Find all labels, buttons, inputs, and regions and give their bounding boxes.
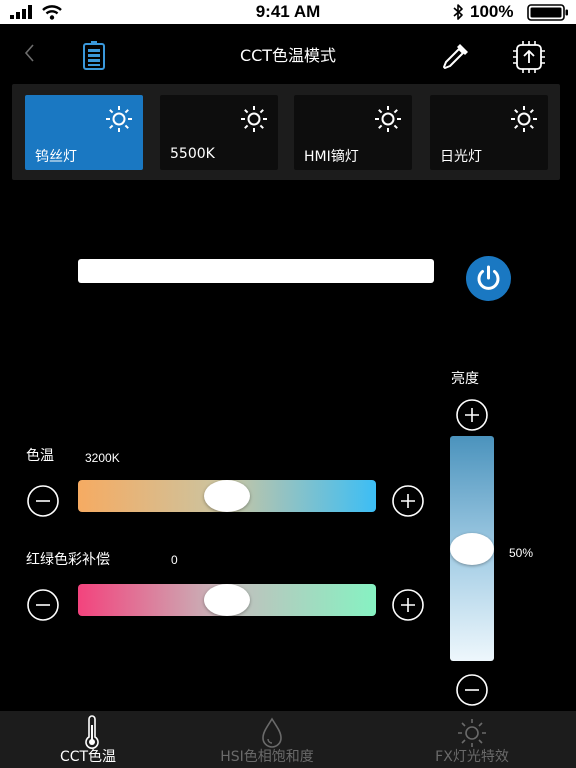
preset-fluorescent[interactable]: 日光灯 xyxy=(430,95,548,170)
tab-cct[interactable]: CCT色温 xyxy=(0,711,192,768)
preset-5500k[interactable]: 5500K xyxy=(160,95,278,170)
brightness-value: 50% xyxy=(509,546,534,560)
status-bar: 9:41 AM 100% xyxy=(0,0,576,24)
cct-label: 色温 xyxy=(26,448,54,464)
power-icon xyxy=(477,265,500,290)
battery-icon xyxy=(527,4,568,21)
brightness-increase-button[interactable] xyxy=(455,398,489,432)
sun-icon xyxy=(375,106,401,132)
nav-bar: CCT色温模式 xyxy=(0,24,576,84)
preset-panel: 钨丝灯 5500K HMI镝灯 日光灯 xyxy=(12,84,560,180)
gm-decrease-button[interactable] xyxy=(26,588,60,622)
brightness-decrease-button[interactable] xyxy=(455,673,489,707)
cct-value: 3200K xyxy=(85,451,120,465)
cct-decrease-button[interactable] xyxy=(26,484,60,518)
gm-value: 0 xyxy=(171,553,178,567)
preset-label: HMI镝灯 xyxy=(304,149,359,165)
sun-icon xyxy=(241,106,267,132)
power-button[interactable] xyxy=(466,256,511,301)
cct-slider-thumb[interactable] xyxy=(204,480,250,512)
tab-hsi[interactable]: HSI色相饱和度 xyxy=(192,711,384,768)
tab-label: HSI色相饱和度 xyxy=(220,749,314,765)
sun-icon xyxy=(106,106,132,132)
sun-icon xyxy=(511,106,537,132)
brightness-slider-track[interactable] xyxy=(450,436,494,661)
page-title: CCT色温模式 xyxy=(239,46,337,65)
upload-chip-icon[interactable] xyxy=(512,40,546,74)
preset-tungsten[interactable]: 钨丝灯 xyxy=(25,95,143,170)
gm-slider-track[interactable] xyxy=(78,584,376,616)
gm-increase-button[interactable] xyxy=(391,588,425,622)
preset-label: 钨丝灯 xyxy=(35,149,77,165)
preset-label: 日光灯 xyxy=(440,149,482,165)
tab-bar: CCT色温 HSI色相饱和度 FX灯光特效 xyxy=(0,711,576,768)
bluetooth-icon xyxy=(453,4,463,20)
preset-hmi[interactable]: HMI镝灯 xyxy=(294,95,412,170)
tab-label: CCT色温 xyxy=(59,749,117,765)
cct-slider-track[interactable] xyxy=(78,480,376,512)
gm-slider-thumb[interactable] xyxy=(204,584,250,616)
brightness-slider-thumb[interactable] xyxy=(450,533,494,565)
battery-percent: 100% xyxy=(470,2,514,21)
tab-label: FX灯光特效 xyxy=(435,749,509,765)
brightness-label: 亮度 xyxy=(451,371,479,387)
tab-fx[interactable]: FX灯光特效 xyxy=(384,711,576,768)
color-picker-icon[interactable] xyxy=(440,40,472,72)
preset-label: 5500K xyxy=(170,146,215,162)
color-preview-bar xyxy=(78,259,434,283)
gm-label: 红绿色彩补偿 xyxy=(26,552,110,568)
cct-increase-button[interactable] xyxy=(391,484,425,518)
